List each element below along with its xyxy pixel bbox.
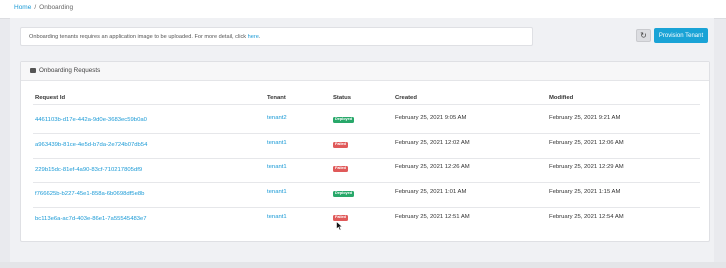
column-header-request-id: Request Id <box>35 95 66 101</box>
notice-text-wrapper: Onboarding tenants requires an applicati… <box>29 34 260 40</box>
table-row-request-id[interactable]: a963439b-81ce-4e5d-b7da-2e724b07db54 <box>35 142 147 148</box>
table-row-modified: February 25, 2021 12:06 AM <box>549 140 624 146</box>
mouse-cursor-icon <box>336 221 344 231</box>
status-badge: Deployed <box>333 191 355 197</box>
provision-tenant-button[interactable]: Provision Tenant <box>654 28 708 43</box>
table-row-created: February 25, 2021 12:26 AM <box>395 164 470 170</box>
header-divider <box>33 104 700 105</box>
bottom-strip <box>0 262 726 268</box>
onboarding-requests-card: Onboarding Requests Request Id Tenant St… <box>20 61 710 242</box>
table-row-request-id[interactable]: 229b15dc-81ef-4a90-83cf-710217805df9 <box>35 167 142 173</box>
table-row-request-id[interactable]: bc113e6a-ac7d-403e-86e1-7a55545483e7 <box>35 216 147 222</box>
breadcrumb-home-link[interactable]: Home <box>14 4 31 11</box>
notice-suffix: . <box>258 34 261 40</box>
table-row-tenant[interactable]: tenant1 <box>267 214 287 220</box>
table-row-created: February 25, 2021 9:05 AM <box>395 115 467 121</box>
notice-here-link[interactable]: here <box>248 34 259 40</box>
status-badge: Deployed <box>333 117 355 123</box>
list-icon <box>30 68 36 73</box>
table-row-status: Deployed <box>333 190 355 197</box>
status-badge: Failed <box>333 142 348 148</box>
table-row-status: Failed <box>333 141 348 148</box>
notice-text: Onboarding tenants requires an applicati… <box>29 34 247 40</box>
table-row-request-id[interactable]: f766625b-b227-45e1-858a-6b0698df5e8b <box>35 191 144 197</box>
column-header-modified: Modified <box>549 95 574 101</box>
row-divider <box>33 207 700 208</box>
card-title: Onboarding Requests <box>39 67 101 74</box>
breadcrumb: Home / Onboarding <box>14 4 73 11</box>
column-header-status: Status <box>333 95 352 101</box>
table-row-modified: February 25, 2021 12:54 AM <box>549 214 624 220</box>
table-row-tenant[interactable]: tenant1 <box>267 189 287 195</box>
table-row-modified: February 25, 2021 12:29 AM <box>549 164 624 170</box>
info-notice: Onboarding tenants requires an applicati… <box>20 27 533 46</box>
table-row-status: Failed <box>333 165 348 172</box>
status-badge: Failed <box>333 215 348 221</box>
top-bar: Home / Onboarding <box>0 0 726 19</box>
column-header-created: Created <box>395 95 417 101</box>
table-row-modified: February 25, 2021 1:15 AM <box>549 189 621 195</box>
table-row-status: Failed <box>333 214 348 221</box>
breadcrumb-current: Onboarding <box>39 4 74 11</box>
table-row-status: Deployed <box>333 116 355 123</box>
row-divider <box>33 182 700 183</box>
refresh-icon: ↻ <box>640 31 647 40</box>
row-divider <box>33 133 700 134</box>
table-row-created: February 25, 2021 12:51 AM <box>395 214 470 220</box>
table-row-request-id[interactable]: 4461103b-d17e-442a-9d0e-3683ec59b0a0 <box>35 117 147 123</box>
breadcrumb-separator: / <box>34 4 37 11</box>
table-row-created: February 25, 2021 12:02 AM <box>395 140 470 146</box>
table-row-modified: February 25, 2021 9:21 AM <box>549 115 621 121</box>
status-badge: Failed <box>333 166 348 172</box>
table-row-tenant[interactable]: tenant1 <box>267 164 287 170</box>
table-row-created: February 25, 2021 1:01 AM <box>395 189 467 195</box>
refresh-button[interactable]: ↻ <box>636 29 651 42</box>
table-row-tenant[interactable]: tenant1 <box>267 140 287 146</box>
table-row-tenant[interactable]: tenant2 <box>267 115 287 121</box>
column-header-tenant: Tenant <box>267 95 286 101</box>
row-divider <box>33 158 700 159</box>
card-header: Onboarding Requests <box>21 62 709 81</box>
